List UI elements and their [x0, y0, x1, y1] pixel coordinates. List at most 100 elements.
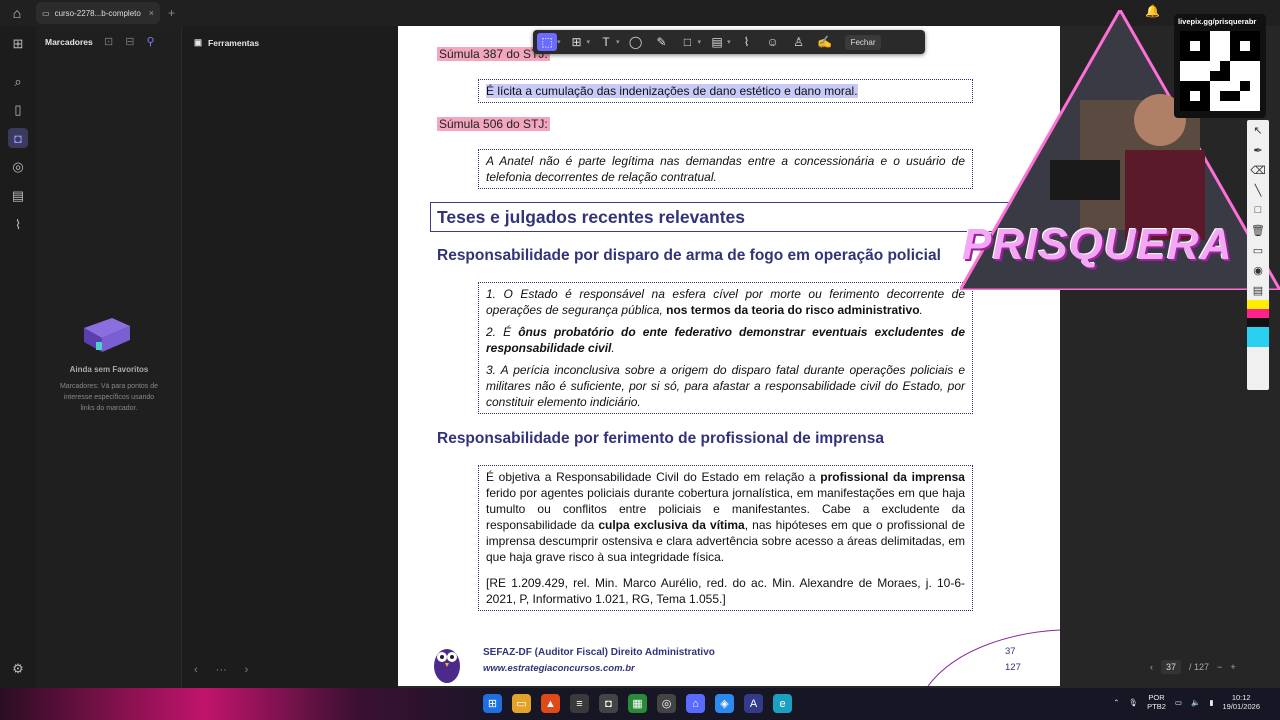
new-tab-button[interactable]: +	[168, 6, 175, 20]
prev-page-icon[interactable]: ‹	[1150, 662, 1153, 672]
thesis-1-end: .	[919, 303, 923, 317]
cyan-swatch[interactable]	[1247, 327, 1269, 347]
bookmarks-panel: Marcadores ⊡ ⊟ ⚲ Ainda sem Favoritos Mar…	[36, 26, 182, 690]
sumula-506-text[interactable]: A Anatel não é parte legítima nas demand…	[486, 154, 965, 184]
highlight-icon[interactable]: ▤	[707, 33, 727, 51]
chevron-left-icon[interactable]: ‹	[194, 664, 198, 676]
obs-icon[interactable]: ◎	[657, 694, 676, 713]
zoom-in-icon[interactable]: +	[1230, 662, 1235, 672]
app-icon[interactable]: ▦	[628, 694, 647, 713]
streamer-brand: PRISQUERA	[962, 220, 1233, 269]
network-icon[interactable]: ▭	[1175, 698, 1182, 707]
pages-icon[interactable]: ▯	[8, 100, 28, 120]
text-tool-icon[interactable]: T	[596, 33, 616, 51]
tab-title: curso-2278...b-completo	[54, 8, 141, 18]
shape-icon[interactable]: □	[678, 33, 698, 51]
black-swatch[interactable]	[1247, 318, 1269, 327]
thesis-item-3[interactable]: 3. A perícia inconclusiva sobre a origem…	[486, 362, 965, 410]
chevron-right-icon[interactable]: ›	[245, 664, 249, 676]
magenta-swatch[interactable]	[1247, 309, 1269, 318]
stamp-icon[interactable]: ♙	[789, 33, 809, 51]
eraser-icon[interactable]: ⌫	[1247, 160, 1269, 180]
area-select-icon[interactable]: ⊞	[567, 33, 587, 51]
chevron-down-icon[interactable]: ▾	[698, 38, 702, 46]
chevron-up-icon[interactable]: ⌃	[1113, 698, 1119, 707]
thesis-item-2[interactable]: 2. É ônus probatório do ente federativo …	[486, 324, 965, 356]
pdf-reader-window: ⌂ ▭ curso-2278...b-completo × + 🔔 ⊞ ⌕ ▯ …	[0, 0, 1280, 720]
close-toolbar-button[interactable]: Fechar	[844, 34, 882, 50]
comments-icon[interactable]: ◎	[8, 157, 28, 177]
signature-icon[interactable]: ✍	[815, 33, 835, 51]
qr-code-image	[1180, 31, 1260, 111]
tools-panel: ▣ Ferramentas	[182, 26, 398, 690]
right-tool-rail: ↖ ✒ ⌫ ╲ □ 🗑 ▭ ◉ ▤	[1247, 120, 1269, 390]
pen-icon[interactable]: ✒	[1247, 140, 1269, 160]
search-icon[interactable]: ⌕	[8, 72, 28, 92]
volume-icon[interactable]: 🔈	[1191, 698, 1200, 707]
sumula-387-text[interactable]: É lícita a cumulação das indenizações de…	[486, 84, 858, 98]
pen-icon[interactable]: ✎	[652, 33, 672, 51]
apps-grid-icon[interactable]: ⊞	[8, 34, 28, 54]
yellow-swatch[interactable]	[1247, 300, 1269, 309]
comment-icon[interactable]: ◯	[626, 33, 646, 51]
empty-state-description: Marcadores: Vá para pontos de interesse …	[59, 383, 159, 412]
press-text-bold-1: profissional da imprensa	[820, 470, 965, 484]
trash-icon[interactable]: 🗑	[1247, 220, 1269, 240]
press-reference[interactable]: [RE 1.209.429, rel. Min. Marco Aurélio, …	[486, 575, 965, 607]
bookmark-options-icon[interactable]: ⊟	[125, 35, 134, 48]
select-tool-icon[interactable]: ⬚	[537, 33, 557, 51]
clock-date: 19/01/2026	[1222, 702, 1260, 711]
battery-icon[interactable]: ▮	[1209, 698, 1213, 707]
press-text-a: É objetiva a Responsabilidade Civil do E…	[486, 470, 821, 484]
layers-icon[interactable]: ▤	[8, 186, 28, 206]
file-explorer-icon[interactable]: ▭	[512, 694, 531, 713]
more-options-icon[interactable]: ···	[216, 664, 227, 676]
language-code: POR	[1148, 693, 1165, 702]
app-icon[interactable]: ⌂	[686, 694, 705, 713]
line-icon[interactable]: ╲	[1247, 180, 1269, 200]
footer-arc-decoration	[927, 629, 1060, 686]
edge-icon[interactable]: e	[773, 694, 792, 713]
bookmark-icon[interactable]: ◘	[8, 128, 28, 148]
attach-icon[interactable]: ⌇	[737, 33, 757, 51]
subsection-title-1: Responsabilidade por disparo de arma de …	[437, 247, 941, 264]
thesis-2-text: 2. É	[486, 325, 519, 339]
pin-icon[interactable]: ⚲	[146, 35, 154, 48]
page-input[interactable]: 37	[1161, 660, 1182, 674]
start-icon[interactable]: ⊞	[483, 694, 502, 713]
page-navigator: ‹ 37 / 127 − +	[1150, 660, 1236, 674]
app-icon[interactable]: ◈	[715, 694, 734, 713]
zoom-out-icon[interactable]: −	[1217, 662, 1222, 672]
pdf-reader-icon[interactable]: A	[744, 694, 763, 713]
chevron-down-icon[interactable]: ▾	[616, 38, 620, 46]
cursor-icon[interactable]: ↖	[1247, 120, 1269, 140]
home-icon[interactable]: ⌂	[0, 0, 34, 26]
clipboard-icon[interactable]: ▤	[1247, 280, 1269, 300]
chevron-down-icon[interactable]: ▾	[557, 38, 561, 46]
chevron-down-icon[interactable]: ▾	[727, 38, 731, 46]
sidebar-bottom-nav: ‹ ··· ›	[182, 660, 398, 680]
thesis-item-1[interactable]: 1. O Estado é responsável na esfera cíve…	[486, 286, 965, 318]
footer-course: SEFAZ-DF (Auditor Fiscal) Direito Admini…	[483, 647, 715, 658]
settings-icon[interactable]: ⚙	[8, 659, 28, 679]
sticker-icon[interactable]: ☺	[763, 33, 783, 51]
shapes-icon[interactable]: □	[1247, 200, 1269, 220]
microphone-icon[interactable]: 🎙	[1129, 698, 1139, 707]
tools-header[interactable]: ▣ Ferramentas	[194, 37, 259, 48]
chevron-down-icon[interactable]: ▾	[587, 38, 591, 46]
brave-browser-icon[interactable]: ▲	[541, 694, 560, 713]
language-indicator[interactable]: POR PTB2	[1147, 693, 1166, 711]
thesis-3-text: 3. A perícia inconclusiva sobre a origem…	[486, 363, 965, 409]
document-tab[interactable]: ▭ curso-2278...b-completo ×	[36, 2, 160, 24]
tab-close-icon[interactable]: ×	[149, 8, 154, 18]
add-bookmark-icon[interactable]: ⊡	[104, 35, 113, 48]
terminal-icon[interactable]: ≡	[570, 694, 589, 713]
screen-icon[interactable]: ▭	[1247, 240, 1269, 260]
app-icon[interactable]: ◘	[599, 694, 618, 713]
windows-taskbar: ⊞ ▭ ▲ ≡ ◘ ▦ ◎ ⌂ ◈ A e ⌃ 🎙 POR PTB2 ▭ 🔈 ▮…	[0, 688, 1280, 720]
clock[interactable]: 10:12 19/01/2026	[1222, 693, 1260, 711]
qr-code: livepix.gg/prisquerabr	[1174, 14, 1266, 118]
press-paragraph[interactable]: É objetiva a Responsabilidade Civil do E…	[486, 469, 965, 565]
attachment-icon[interactable]: ⌇	[8, 215, 28, 235]
camera-icon[interactable]: ◉	[1247, 260, 1269, 280]
